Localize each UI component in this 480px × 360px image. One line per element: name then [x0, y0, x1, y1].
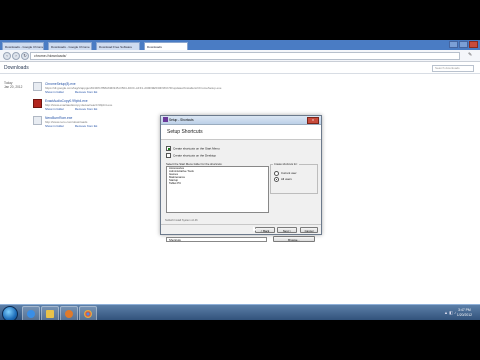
clock-time: 3:47 PM [458, 308, 471, 312]
back-button[interactable]: < Back [255, 227, 275, 233]
dialog-title: Setup - Shortcuts [169, 118, 194, 122]
divider [161, 224, 321, 225]
download-actions: Show in folder Remove from list [45, 90, 107, 94]
radio-label: Current user [281, 171, 297, 176]
browse-button[interactable]: Browse... [273, 236, 315, 242]
page-title: Downloads [4, 65, 29, 71]
taskbar: ▲ ◧ ♪ 3:47 PM 1/20/2012 [0, 304, 480, 320]
taskbar-ie-button[interactable] [22, 306, 40, 320]
option-label: Create shortcuts on the Start Menu [173, 146, 220, 151]
remove-from-list-link[interactable]: Remove from list [75, 90, 98, 94]
taskbar-chrome-button[interactable] [79, 306, 97, 320]
maximize-button[interactable] [459, 41, 468, 48]
installer-icon [163, 117, 168, 122]
dialog-close-button[interactable]: X [307, 117, 319, 124]
show-in-folder-link[interactable]: Show in folder [45, 107, 64, 111]
remove-from-list-link[interactable]: Remove from list [75, 107, 98, 111]
dialog-header-title: Setup Shortcuts [167, 129, 203, 135]
tab-downloads-active[interactable]: Downloads [144, 42, 188, 50]
file-icon [33, 82, 42, 91]
window-controls [449, 41, 478, 48]
radio-current-user[interactable]: Current user [274, 171, 297, 176]
system-tray-icons[interactable]: ▲ ◧ ♪ [444, 310, 456, 315]
reload-icon[interactable]: ↻ [21, 52, 29, 60]
radio-icon[interactable] [274, 177, 279, 182]
address-bar[interactable]: chrome://downloads/ [30, 52, 460, 60]
list-item[interactable]: Tablet PC [167, 182, 268, 185]
screen: Downloads - Google Chrome Downloads - Go… [0, 40, 480, 320]
radio-icon[interactable] [274, 171, 279, 176]
shortcut-scope-group: Create shortcuts for: Current user All u… [270, 163, 318, 194]
installer-brand-text: Nullsoft Install System v2.46 [165, 219, 198, 222]
radio-all-users[interactable]: All users [274, 177, 292, 182]
group-label: Create shortcuts for: [273, 163, 299, 166]
clock[interactable]: 3:47 PM 1/20/2012 [457, 308, 472, 317]
dialog-titlebar[interactable]: Setup - Shortcuts X [161, 116, 321, 125]
installer-dialog: Setup - Shortcuts X Setup Shortcuts Crea… [160, 115, 322, 242]
radio-label: All users [281, 177, 292, 182]
forward-arrow-icon[interactable]: › [12, 52, 20, 60]
taskbar-explorer-button[interactable] [41, 306, 59, 320]
folder-name-field[interactable]: Shortcuts [166, 237, 267, 242]
remove-from-list-link[interactable]: Remove from list [75, 124, 98, 128]
file-icon [33, 116, 42, 125]
downloads-header: Downloads Search downloads [0, 61, 480, 74]
folder-list[interactable]: Accessories Administrative Tools Games M… [166, 166, 269, 213]
download-actions: Show in folder Remove from list [45, 107, 107, 111]
minimize-button[interactable] [449, 41, 458, 48]
tab-downloads-1[interactable]: Downloads - Google Chrome [2, 42, 44, 50]
checkbox-icon[interactable] [166, 146, 171, 151]
close-button[interactable] [469, 41, 478, 48]
cancel-button[interactable]: Cancel [300, 227, 318, 233]
file-icon [33, 99, 42, 108]
start-button[interactable] [2, 306, 18, 320]
date-value: Jan 20, 2012 [4, 85, 23, 89]
option-desktop[interactable]: Create shortcuts on the Desktop [166, 153, 216, 158]
wrench-icon[interactable]: ✎ [468, 52, 474, 58]
dialog-header: Setup Shortcuts [161, 125, 321, 140]
back-arrow-icon[interactable]: ‹ [3, 52, 11, 60]
show-in-folder-link[interactable]: Show in folder [45, 90, 64, 94]
option-label: Create shortcuts on the Desktop [173, 153, 217, 158]
tab-free-software[interactable]: Download Free Software [96, 42, 140, 50]
clock-date: 1/20/2012 [456, 312, 472, 317]
checkbox-icon[interactable] [166, 153, 171, 158]
download-actions: Show in folder Remove from list [45, 124, 107, 128]
search-input[interactable]: Search downloads [432, 65, 474, 72]
show-in-folder-link[interactable]: Show in folder [45, 124, 64, 128]
option-start-menu[interactable]: Create shortcuts on the Start Menu [166, 146, 220, 151]
tab-downloads-2[interactable]: Downloads - Google Chrome [48, 42, 92, 50]
next-button[interactable]: Next > [277, 227, 297, 233]
tab-strip: Downloads - Google Chrome Downloads - Go… [0, 40, 480, 50]
taskbar-media-button[interactable] [60, 306, 78, 320]
